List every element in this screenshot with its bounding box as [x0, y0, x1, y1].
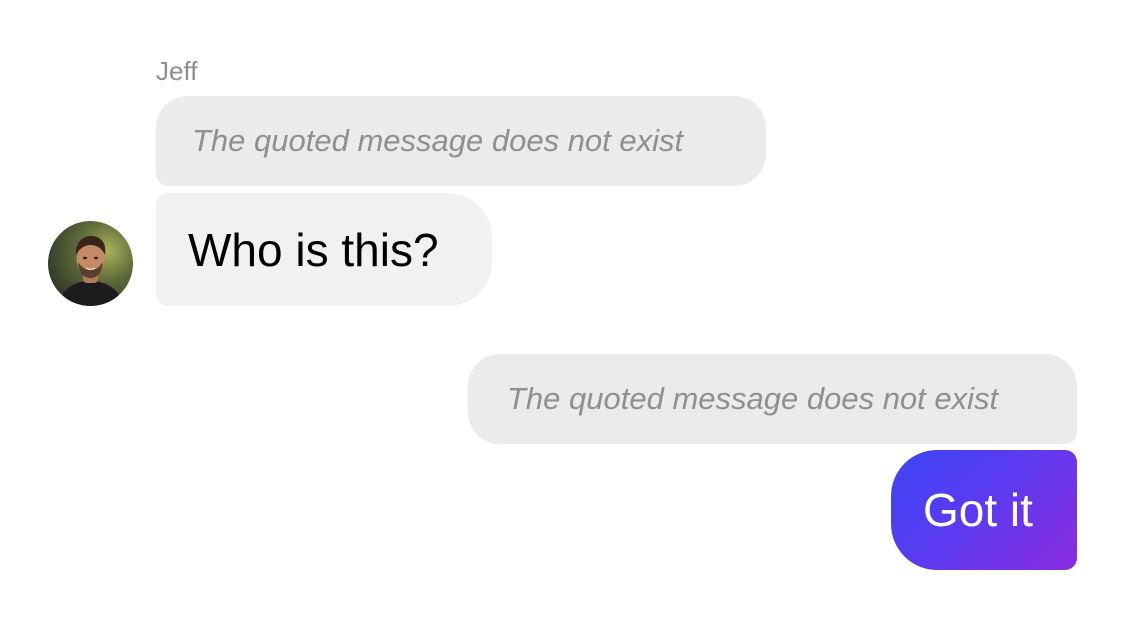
incoming-message-text: Who is this? [188, 223, 439, 276]
incoming-quoted-message[interactable]: The quoted message does not exist [156, 96, 766, 186]
quoted-message-text: The quoted message does not exist [192, 123, 684, 158]
user-avatar-icon[interactable] [48, 221, 133, 306]
outgoing-quoted-message[interactable]: The quoted message does not exist [468, 354, 1077, 444]
quoted-message-text: The quoted message does not exist [507, 381, 999, 416]
outgoing-message-bubble[interactable]: Got it [891, 450, 1077, 570]
incoming-message-bubble[interactable]: Who is this? [156, 193, 492, 306]
sender-name: Jeff [156, 56, 198, 86]
outgoing-message-text: Got it [923, 484, 1033, 536]
avatar-photo-icon [48, 221, 133, 306]
